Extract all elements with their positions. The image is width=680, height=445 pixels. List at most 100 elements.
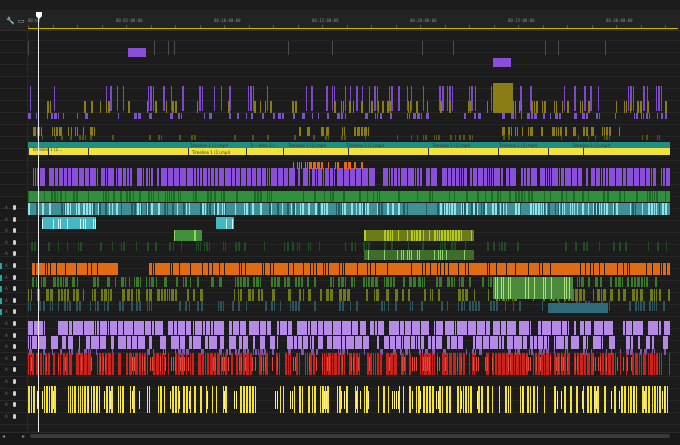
timeline-clip[interactable]: [132, 357, 133, 371]
timeline-clip[interactable]: [118, 336, 126, 349]
timeline-clip[interactable]: [316, 263, 317, 275]
timeline-clip[interactable]: [290, 353, 291, 375]
timeline-clip[interactable]: [646, 135, 648, 140]
timeline-clip[interactable]: [533, 353, 534, 375]
timeline-clip[interactable]: [193, 191, 194, 202]
timeline-clip[interactable]: [128, 48, 146, 57]
timeline-clip[interactable]: [112, 135, 114, 140]
timeline-clip[interactable]: [131, 301, 133, 311]
timeline-clip[interactable]: [246, 353, 249, 375]
timeline-clip[interactable]: [85, 168, 89, 186]
timeline-clip[interactable]: [586, 168, 588, 186]
timeline-clip[interactable]: [575, 357, 576, 371]
timeline-clip[interactable]: [118, 391, 119, 409]
timeline-clip[interactable]: [180, 357, 181, 371]
timeline-clip[interactable]: [466, 349, 467, 355]
timeline-clip[interactable]: [458, 289, 461, 301]
timeline-clip[interactable]: [460, 168, 461, 186]
timeline-clip[interactable]: [54, 191, 56, 202]
timeline-clip[interactable]: [464, 250, 465, 260]
timeline-clip[interactable]: [210, 191, 212, 202]
timeline-clip[interactable]: [57, 191, 58, 202]
timeline-clip[interactable]: [421, 336, 424, 349]
timeline-clip[interactable]: [165, 349, 166, 355]
timeline-clip[interactable]: [411, 86, 412, 111]
timeline-clip[interactable]: [582, 101, 583, 113]
timeline-clip[interactable]: [278, 113, 281, 119]
timeline-clip[interactable]: [594, 391, 595, 409]
timeline-clip[interactable]: [316, 357, 317, 371]
timeline-clip[interactable]: [248, 289, 251, 301]
timeline-clip[interactable]: [465, 386, 467, 413]
timeline-clip[interactable]: [100, 357, 101, 371]
timeline-clip[interactable]: [316, 168, 317, 186]
timeline-clip[interactable]: [288, 321, 292, 335]
timeline-clip[interactable]: [152, 263, 153, 275]
timeline-clip[interactable]: [78, 386, 79, 413]
timeline-clip[interactable]: [565, 242, 567, 251]
timeline-clip[interactable]: [125, 277, 126, 287]
timeline-clip[interactable]: [501, 277, 502, 299]
timeline-clip[interactable]: [646, 113, 648, 119]
timeline-clip[interactable]: [44, 386, 45, 413]
timeline-clip[interactable]: [432, 336, 435, 349]
timeline-clip[interactable]: [267, 86, 268, 111]
timeline-clip[interactable]: [252, 386, 254, 413]
timeline-clip[interactable]: [188, 357, 189, 371]
timeline-clip[interactable]: [635, 203, 636, 215]
timeline-clip[interactable]: [588, 101, 590, 113]
timeline-clip[interactable]: [465, 289, 468, 301]
voiceover-record-icon[interactable]: [13, 379, 16, 384]
timeline-clip[interactable]: [189, 301, 190, 311]
timeline-clip[interactable]: [178, 191, 179, 202]
timeline-clip[interactable]: [528, 263, 529, 275]
timeline-clip[interactable]: [47, 263, 48, 275]
timeline-clip[interactable]: [97, 353, 98, 375]
timeline-clip[interactable]: [174, 230, 175, 241]
timeline-clip[interactable]: [633, 86, 634, 111]
timeline-clip[interactable]: [597, 289, 600, 301]
timeline-clip[interactable]: [363, 203, 365, 215]
timeline-clip[interactable]: [479, 349, 482, 355]
timeline-clip[interactable]: [130, 168, 132, 186]
timeline-clip[interactable]: [648, 386, 650, 413]
timeline-clip[interactable]: [478, 386, 480, 413]
timeline-clip[interactable]: [534, 336, 537, 349]
timeline-clip[interactable]: [202, 263, 203, 275]
timeline-clip[interactable]: [247, 277, 249, 287]
timeline-clip[interactable]: [47, 101, 49, 113]
timeline-clip[interactable]: [347, 349, 348, 355]
timeline-clip[interactable]: [555, 391, 556, 409]
timeline-clip[interactable]: [610, 277, 612, 287]
timeline-clip[interactable]: [308, 289, 311, 301]
timeline-clip[interactable]: [95, 219, 96, 229]
timeline-clip[interactable]: [235, 242, 237, 251]
timeline-clip[interactable]: [284, 168, 288, 186]
timeline-clip[interactable]: [105, 191, 107, 202]
timeline-clip[interactable]: [282, 203, 283, 215]
timeline-clip[interactable]: [60, 277, 62, 287]
timeline-clip[interactable]: [322, 391, 323, 409]
timeline-clip[interactable]: [174, 41, 175, 55]
timeline-clip[interactable]: [164, 386, 165, 413]
timeline-clip[interactable]: [83, 219, 84, 229]
timeline-clip[interactable]: [420, 391, 421, 409]
timeline-clip[interactable]: [637, 101, 639, 113]
timeline-clip[interactable]: [133, 386, 135, 413]
timeline-clip[interactable]: [330, 168, 333, 186]
timeline-clip[interactable]: [659, 135, 660, 140]
timeline-clip[interactable]: [507, 336, 513, 349]
timeline-clip[interactable]: [207, 191, 209, 202]
timeline-clip[interactable]: [190, 263, 191, 275]
timeline-clip[interactable]: [551, 277, 552, 299]
timeline-clip[interactable]: [593, 336, 601, 349]
timeline-clip[interactable]: [56, 127, 58, 136]
voiceover-record-icon[interactable]: [13, 263, 16, 268]
timeline-clip[interactable]: [565, 336, 568, 349]
timeline-clip[interactable]: [650, 353, 653, 375]
timeline-clip[interactable]: [68, 386, 69, 413]
timeline-clip[interactable]: [231, 353, 233, 375]
timeline-clip[interactable]: [152, 357, 153, 371]
timeline-clip[interactable]: [351, 242, 353, 251]
timeline-clip[interactable]: [616, 203, 618, 215]
